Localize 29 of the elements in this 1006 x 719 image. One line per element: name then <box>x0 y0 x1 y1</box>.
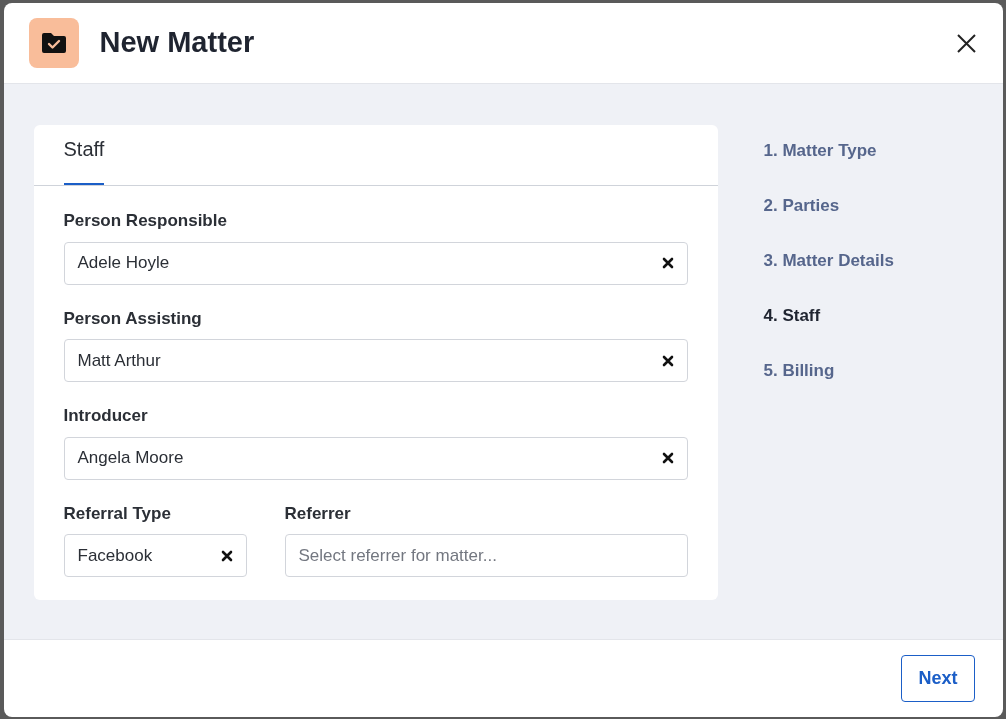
select-placeholder: Select referrer for matter... <box>298 544 497 567</box>
clear-icon[interactable] <box>661 257 674 269</box>
field-label: Referral Type <box>63 502 172 525</box>
card-tab[interactable]: Staff <box>63 134 105 185</box>
select-value: Angela Moore <box>77 447 184 470</box>
folder-check-icon <box>28 18 79 68</box>
select-value: Adele Hoyle <box>77 252 170 275</box>
step-link[interactable]: 4. Staff <box>763 305 894 327</box>
clear-icon[interactable] <box>661 452 674 464</box>
select-value: Matt Arthur <box>77 349 161 372</box>
dialog-title: New Matter <box>99 25 255 61</box>
step-link[interactable]: 3. Matter Details <box>763 250 894 272</box>
next-button[interactable]: Next <box>901 655 975 702</box>
clear-icon[interactable] <box>661 354 674 367</box>
select-field[interactable]: Facebook <box>63 534 247 577</box>
step-link[interactable]: 1. Matter Type <box>763 140 894 162</box>
select-field[interactable]: Select referrer for matter... <box>284 534 688 577</box>
field-label: Referrer <box>284 502 352 525</box>
select-value: Facebook <box>77 544 153 567</box>
step-link[interactable]: 5. Billing <box>763 360 894 382</box>
field-label: Introducer <box>63 405 149 427</box>
close-icon[interactable] <box>956 33 976 53</box>
field-label: Person Responsible <box>63 210 228 232</box>
select-field[interactable]: Matt Arthur <box>63 339 688 382</box>
select-field[interactable]: Angela Moore <box>63 436 688 480</box>
select-field[interactable]: Adele Hoyle <box>63 241 688 285</box>
field-label: Person Assisting <box>63 307 203 330</box>
clear-icon[interactable] <box>220 549 233 562</box>
step-link[interactable]: 2. Parties <box>763 195 894 217</box>
